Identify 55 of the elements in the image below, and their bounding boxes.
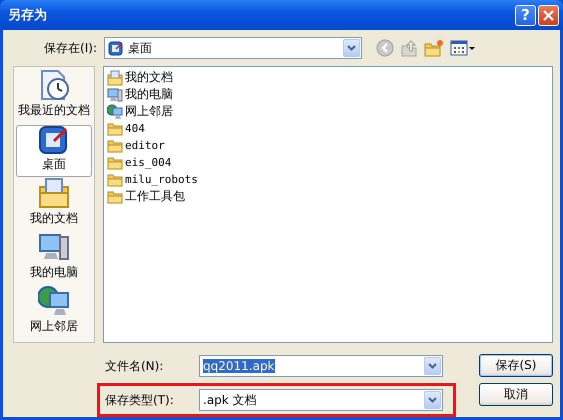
folder-icon (107, 138, 123, 152)
chevron-icon (428, 397, 437, 403)
places-item[interactable]: 桌面 (16, 125, 92, 177)
document-folder-icon (38, 177, 70, 209)
places-label: 网上邻居 (30, 318, 78, 335)
file-item[interactable]: 工作工具包 (107, 188, 549, 205)
back-icon[interactable] (376, 39, 394, 57)
field-value: .apk 文档 (203, 392, 257, 406)
field-value: qq2011.apk (203, 359, 275, 373)
places-item[interactable]: 我最近的文档 (16, 71, 92, 123)
dropdown-arrow-button[interactable] (343, 39, 360, 57)
file-item[interactable]: milu_robots (107, 171, 549, 188)
computer-icon (107, 86, 123, 102)
network-computer-icon (107, 104, 123, 120)
computer-icon (38, 231, 70, 263)
file-item[interactable]: 404 (107, 120, 549, 137)
cancel-button[interactable]: 取消 (479, 383, 553, 406)
file-item[interactable]: 网上邻居 (107, 103, 549, 120)
dropdown-arrow-button[interactable] (424, 391, 441, 409)
file-item[interactable]: 我的电脑 (107, 86, 549, 103)
folder-icon (107, 172, 123, 186)
places-label: 我的文档 (30, 210, 78, 227)
field-label: 保存类型(T): (105, 392, 175, 408)
desktop-icon (38, 123, 70, 155)
document-folder-icon (107, 70, 123, 86)
file-item[interactable]: 我的文档 (107, 69, 549, 86)
help-button[interactable]: ? (515, 4, 536, 26)
dropdown-value: 桌面 (128, 40, 153, 56)
close-button[interactable] (538, 4, 559, 26)
places-item[interactable]: 网上邻居 (16, 287, 92, 339)
save-button[interactable]: 保存(S) (479, 354, 553, 377)
folder-icon (107, 122, 123, 136)
views-menu-icon[interactable] (450, 39, 476, 57)
places-label: 我最近的文档 (18, 102, 90, 119)
field-label: 文件名(N): (105, 358, 164, 374)
file-item[interactable]: editor (107, 137, 549, 154)
close-icon (543, 10, 554, 20)
save-in-dropdown[interactable]: 桌面 (104, 37, 362, 59)
places-item[interactable]: 我的文档 (16, 179, 92, 231)
dropdown-arrow-button[interactable] (424, 357, 441, 375)
file-item[interactable]: eis_004 (107, 154, 549, 171)
folder-icon (107, 190, 123, 204)
chevron-icon (428, 363, 437, 369)
folder-icon (107, 156, 123, 170)
places-label: 桌面 (42, 156, 66, 173)
clock-document-icon (38, 69, 70, 101)
places-item[interactable]: 我的电脑 (16, 233, 92, 285)
network-computer-icon (38, 285, 70, 317)
desktop-icon (108, 40, 124, 56)
save-in-label: 保存在(I): (43, 40, 97, 56)
window-title: 另存为 (8, 7, 48, 24)
file-name-field[interactable]: qq2011.apk (199, 355, 443, 377)
chevron-icon (347, 45, 356, 51)
file-type-dropdown[interactable]: .apk 文档 (199, 389, 443, 411)
places-label: 我的电脑 (30, 264, 78, 281)
